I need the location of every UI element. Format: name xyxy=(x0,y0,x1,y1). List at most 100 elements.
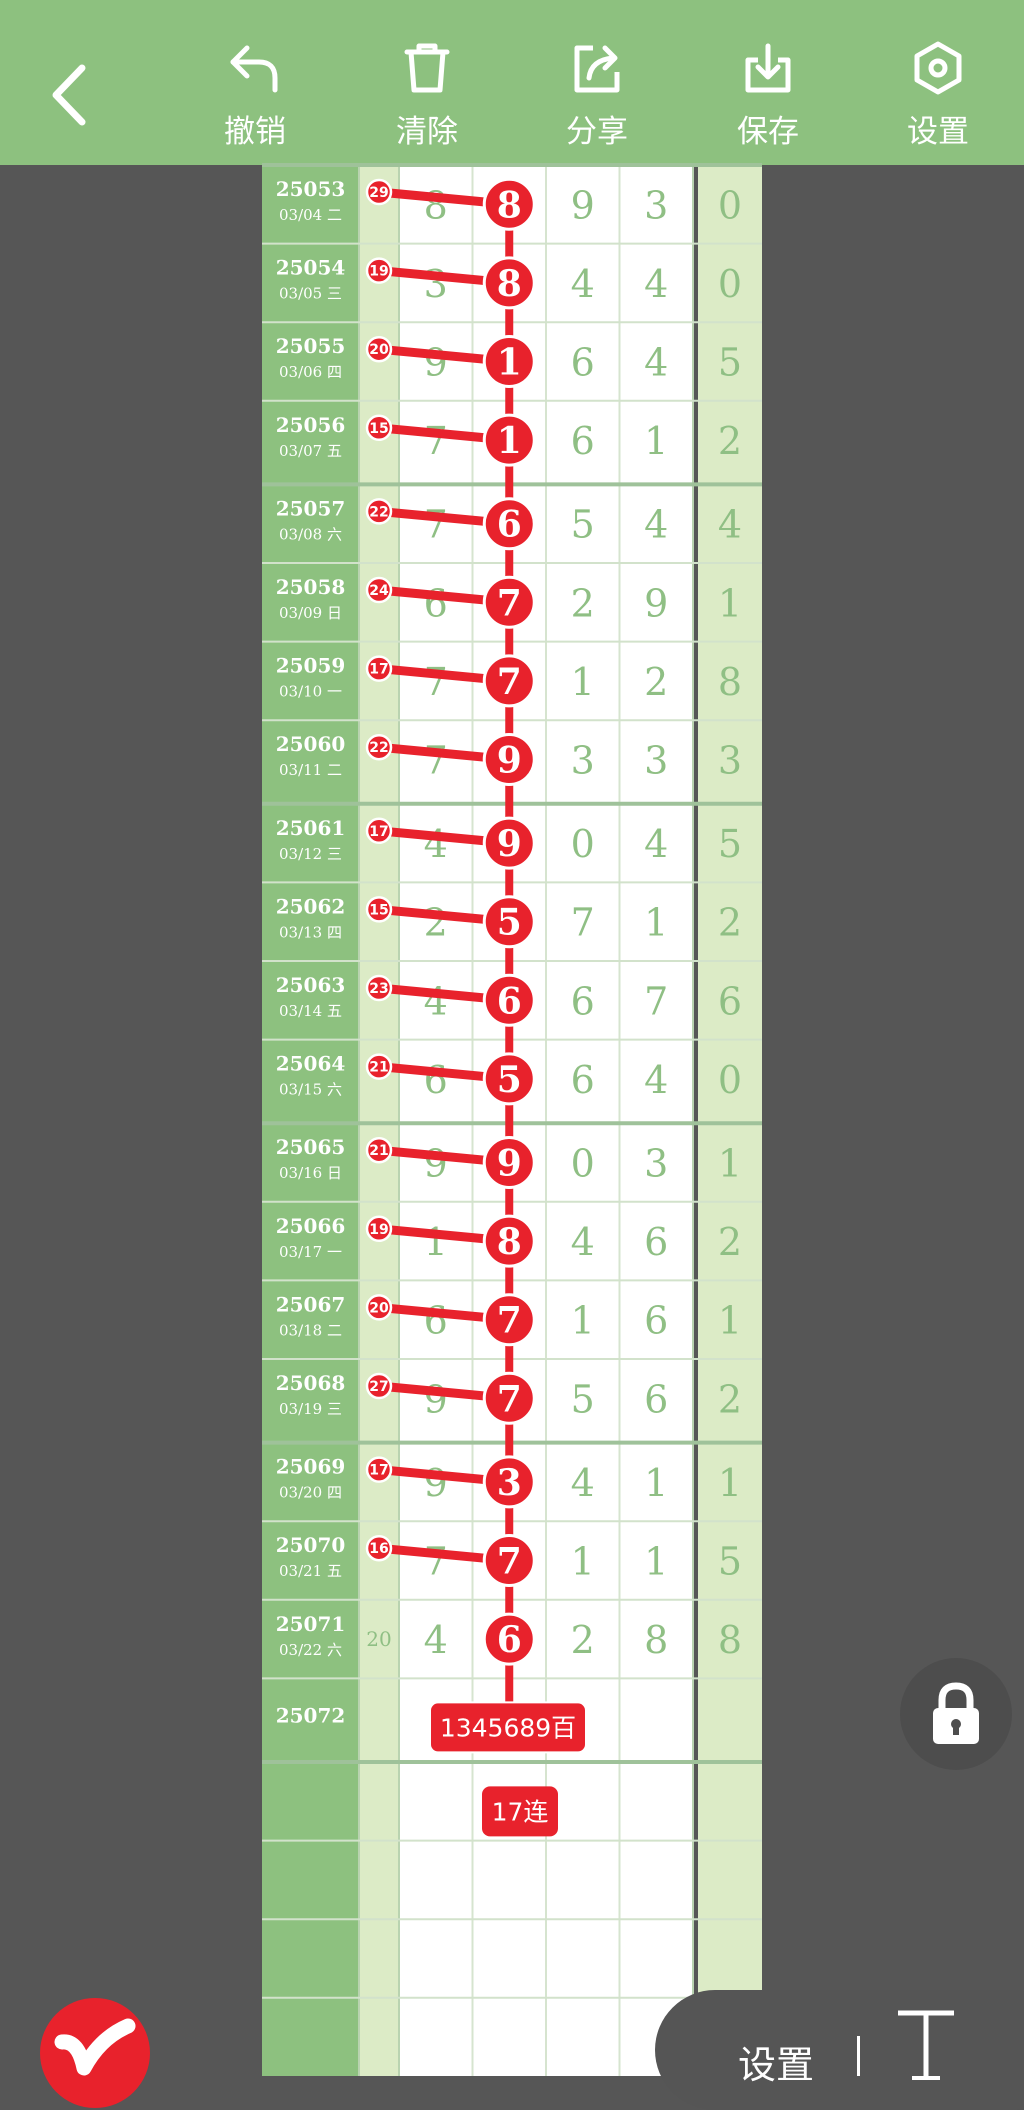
bottom-settings-button[interactable]: 设置 xyxy=(738,2034,814,2089)
digit-cell: 2 xyxy=(644,660,668,704)
digit-cell: 0 xyxy=(571,822,595,866)
digit-cell: 3 xyxy=(644,739,668,783)
digit-cell: 1 xyxy=(644,1540,668,1584)
issue-number: 25067 xyxy=(276,1292,346,1316)
digit-cell: 4 xyxy=(644,262,668,306)
highlighted-digit-value: 9 xyxy=(497,1143,522,1185)
digit-cell: 2 xyxy=(571,581,595,625)
app-logo-icon xyxy=(54,2018,136,2076)
span-value: 21 xyxy=(369,1060,388,1076)
last-digit-cell: 5 xyxy=(718,1540,742,1584)
last-digit-cell: 0 xyxy=(718,262,742,306)
highlighted-digit-value: 7 xyxy=(497,1541,522,1583)
digit-cell: 5 xyxy=(571,1377,595,1421)
issue-number: 25064 xyxy=(276,1052,346,1076)
last-digit-cell: 5 xyxy=(718,341,742,385)
app-logo-button[interactable] xyxy=(40,1998,150,2108)
span-value: 27 xyxy=(369,1379,388,1395)
digit-cell: 7 xyxy=(424,660,448,704)
digit-cell: 1 xyxy=(424,1220,448,1264)
issue-date: 03/18 二 xyxy=(279,1321,342,1339)
issue-number: 25054 xyxy=(276,256,346,280)
digit-cell: 2 xyxy=(424,901,448,945)
issue-date: 03/11 二 xyxy=(279,761,342,779)
next-issue-number: 25072 xyxy=(276,1703,346,1727)
issue-date: 03/13 四 xyxy=(279,923,342,941)
digit-cell: 2 xyxy=(571,1618,595,1662)
last-digit-cell: 0 xyxy=(718,183,742,227)
issue-number: 25065 xyxy=(276,1135,346,1159)
digit-cell: 4 xyxy=(644,822,668,866)
issue-date: 03/14 五 xyxy=(279,1002,342,1020)
span-value: 20 xyxy=(369,342,389,358)
last-digit-cell: 5 xyxy=(718,822,742,866)
digit-cell: 9 xyxy=(424,341,448,385)
span-value: 23 xyxy=(369,981,388,997)
highlighted-digit-value: 3 xyxy=(497,1462,522,1504)
issue-date: 03/22 六 xyxy=(279,1641,342,1659)
digit-cell: 4 xyxy=(571,262,595,306)
highlighted-digit-value: 9 xyxy=(497,740,522,782)
last-digit-cell: 8 xyxy=(718,1618,742,1662)
span-column xyxy=(359,165,399,2076)
last-digit-cell: 2 xyxy=(718,1377,742,1421)
issue-date: 03/05 三 xyxy=(279,285,342,303)
digit-cell: 3 xyxy=(644,1142,668,1186)
text-tool-icon[interactable] xyxy=(896,2010,956,2080)
digit-cell: 4 xyxy=(424,822,448,866)
span-value: 20 xyxy=(369,1300,389,1316)
digit-cell: 6 xyxy=(644,1377,668,1421)
issue-number: 25056 xyxy=(276,413,346,437)
last-digit-cell: 1 xyxy=(718,1142,742,1186)
issue-number: 25066 xyxy=(276,1214,346,1238)
digit-cell: 6 xyxy=(644,1220,668,1264)
span-value: 17 xyxy=(369,1463,388,1479)
span-value: 15 xyxy=(369,902,388,918)
issue-number: 25059 xyxy=(276,654,346,678)
digit-cell: 9 xyxy=(424,1377,448,1421)
issue-number: 25069 xyxy=(276,1455,346,1479)
span-value: 20 xyxy=(366,1627,391,1651)
highlighted-digit-value: 6 xyxy=(497,980,522,1022)
highlighted-digit-value: 7 xyxy=(497,661,522,703)
digit-cell: 1 xyxy=(644,419,668,463)
lock-button[interactable] xyxy=(900,1658,1012,1770)
digit-cell: 3 xyxy=(571,739,595,783)
last-digit-cell: 4 xyxy=(718,503,742,547)
digit-cell: 1 xyxy=(571,660,595,704)
digit-cell: 1 xyxy=(571,1299,595,1343)
highlighted-digit-value: 5 xyxy=(497,902,522,944)
digit-cell: 3 xyxy=(424,262,448,306)
digit-cell: 9 xyxy=(644,581,668,625)
digit-cell: 8 xyxy=(424,183,448,227)
issue-date: 03/07 五 xyxy=(279,442,342,460)
span-value: 19 xyxy=(369,1222,388,1238)
digit-cell: 0 xyxy=(571,1142,595,1186)
digit-cell: 5 xyxy=(571,503,595,547)
last-digit-cell: 0 xyxy=(718,1058,742,1102)
issue-date: 03/08 六 xyxy=(279,525,342,543)
highlighted-digit-value: 8 xyxy=(497,263,522,305)
digit-cell: 6 xyxy=(424,581,448,625)
last-digit-cell: 8 xyxy=(718,660,742,704)
span-value: 17 xyxy=(369,662,388,678)
digit-cell: 6 xyxy=(571,419,595,463)
digit-cell: 9 xyxy=(424,1142,448,1186)
issue-number: 25068 xyxy=(276,1371,346,1395)
digit-cell: 9 xyxy=(571,183,595,227)
digit-cell: 7 xyxy=(644,979,668,1023)
digit-cell: 6 xyxy=(571,341,595,385)
issue-date: 03/16 日 xyxy=(279,1164,342,1182)
issue-date: 03/04 二 xyxy=(279,206,342,224)
last-digit-cell: 1 xyxy=(718,1461,742,1505)
span-value: 19 xyxy=(369,264,388,280)
issue-date: 03/15 六 xyxy=(279,1081,342,1099)
trend-chart: 2 5 0 5 3 03/04 二 8 9 3 0 25054 03/05 三 3 4 4 0 2 5 0 5 5 03/… xyxy=(262,163,762,2076)
last-digit-cell: 2 xyxy=(718,1220,742,1264)
last-digit-cell: 2 xyxy=(718,901,742,945)
issue-number: 25060 xyxy=(276,732,346,756)
issue-number: 25063 xyxy=(276,973,346,997)
digit-cell: 4 xyxy=(644,1058,668,1102)
span-value: 16 xyxy=(369,1541,388,1557)
issue-date: 03/17 一 xyxy=(279,1243,342,1261)
